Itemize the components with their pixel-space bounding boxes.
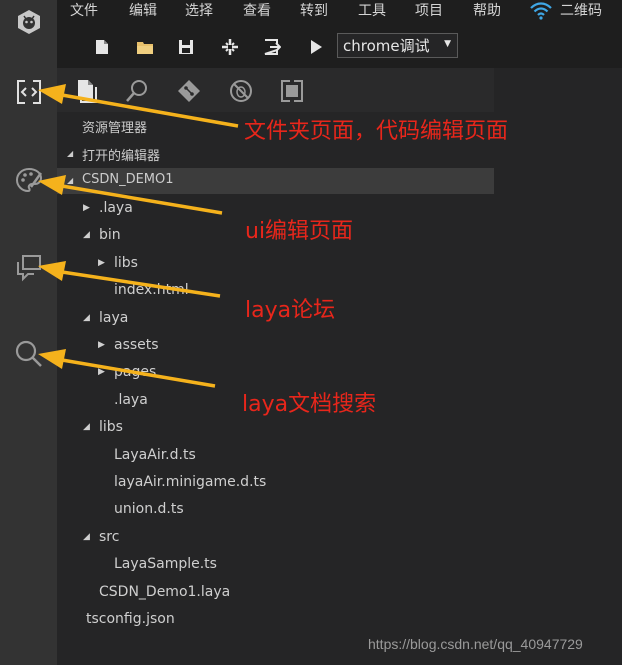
- tree-file[interactable]: union.d.ts: [57, 497, 494, 524]
- git-icon[interactable]: [175, 77, 203, 105]
- tree-item-label: laya: [99, 310, 129, 326]
- code-editor-icon[interactable]: [0, 70, 57, 114]
- tree-item-label: libs: [99, 419, 123, 435]
- menu-bar: 文件 编辑 选择 查看 转到 工具 项目 帮助 二维码: [57, 0, 622, 24]
- expanded-triangle-icon[interactable]: ◢: [83, 422, 90, 432]
- collapsed-triangle-icon[interactable]: ▶: [98, 367, 105, 377]
- docs-search-icon[interactable]: [0, 332, 57, 376]
- menu-help[interactable]: 帮助: [473, 2, 501, 20]
- menu-file[interactable]: 文件: [70, 2, 98, 20]
- explorer-files-icon[interactable]: [72, 77, 100, 105]
- tree-item-label: index.html: [114, 282, 189, 298]
- collapsed-triangle-icon[interactable]: ▶: [98, 258, 105, 268]
- tree-item-label: .laya: [99, 200, 133, 216]
- tree-folder[interactable]: ▶ pages: [57, 360, 494, 387]
- tree-file[interactable]: CSDN_Demo1.laya: [57, 580, 494, 607]
- save-icon[interactable]: [175, 36, 197, 58]
- laya-logo-icon[interactable]: [0, 0, 57, 44]
- debug-config-value: chrome调试: [343, 37, 430, 55]
- explorer-sidebar: 资源管理器 ◢ 打开的编辑器 ◢ CSDN_DEMO1 ▶ .laya ◢ bin ▶ l…: [57, 68, 494, 665]
- expand-triangle-icon: ◢: [67, 176, 74, 185]
- tree-file[interactable]: LayaAir.d.ts: [57, 443, 494, 470]
- collapsed-triangle-icon[interactable]: ▶: [98, 340, 105, 350]
- tree-file[interactable]: LayaSample.ts: [57, 552, 494, 579]
- menu-project[interactable]: 项目: [415, 2, 443, 20]
- tree-item-label: tsconfig.json: [86, 611, 175, 627]
- watermark: https://blog.csdn.net/qq_40947729: [368, 636, 583, 652]
- debug-config-select[interactable]: chrome调试 ▼: [337, 33, 458, 58]
- tree-item-label: assets: [114, 337, 159, 353]
- annotation-folder-page: 文件夹页面，代码编辑页面: [244, 119, 509, 144]
- expanded-triangle-icon[interactable]: ◢: [83, 230, 90, 240]
- open-folder-icon[interactable]: [134, 36, 156, 58]
- chevron-down-icon: ▼: [444, 39, 451, 49]
- menu-qrcode[interactable]: 二维码: [560, 2, 602, 20]
- annotation-docs-search: laya文档搜索: [242, 392, 377, 417]
- tree-folder[interactable]: ◢ libs: [57, 415, 494, 442]
- menu-selection[interactable]: 选择: [185, 2, 213, 20]
- tree-item-label: layaAir.minigame.d.ts: [114, 474, 267, 490]
- menu-edit[interactable]: 编辑: [129, 2, 157, 20]
- activity-bar: [0, 0, 57, 665]
- tree-item-label: bin: [99, 227, 121, 243]
- menu-goto[interactable]: 转到: [300, 2, 328, 20]
- run-icon[interactable]: [305, 36, 327, 58]
- collapsed-triangle-icon[interactable]: ▶: [83, 203, 90, 213]
- tree-item-label: LayaAir.d.ts: [114, 447, 196, 463]
- forum-chat-icon[interactable]: [0, 245, 57, 289]
- tree-file[interactable]: layaAir.minigame.d.ts: [57, 470, 494, 497]
- tree-item-label: libs: [114, 255, 138, 271]
- tree-file[interactable]: tsconfig.json: [57, 607, 494, 634]
- tree-item-label: CSDN_Demo1.laya: [99, 584, 231, 600]
- ui-editor-palette-icon[interactable]: [0, 158, 57, 202]
- toolbar: chrome调试 ▼: [57, 24, 622, 68]
- annotation-forum: laya论坛: [245, 298, 336, 323]
- tree-folder[interactable]: ▶ libs: [57, 251, 494, 278]
- tree-item-label: LayaSample.ts: [114, 556, 217, 572]
- new-file-icon[interactable]: [91, 36, 113, 58]
- wifi-icon[interactable]: [529, 1, 553, 26]
- project-header[interactable]: ◢ CSDN_DEMO1: [57, 168, 494, 194]
- expand-triangle-icon: ◢: [67, 149, 74, 158]
- tree-item-label: .laya: [114, 392, 148, 408]
- search-icon[interactable]: [123, 77, 151, 105]
- tree-folder[interactable]: ▶ assets: [57, 333, 494, 360]
- publish-icon[interactable]: [261, 36, 283, 58]
- sidebar-tabs: [57, 68, 494, 112]
- expanded-triangle-icon[interactable]: ◢: [83, 313, 90, 323]
- tree-item-label: pages: [114, 364, 157, 380]
- menu-view[interactable]: 查看: [243, 2, 271, 20]
- tree-item-label: src: [99, 529, 120, 545]
- menu-tools[interactable]: 工具: [358, 2, 386, 20]
- extensions-icon[interactable]: [278, 77, 306, 105]
- tree-item-label: union.d.ts: [114, 501, 184, 517]
- tree-folder[interactable]: ◢ src: [57, 525, 494, 552]
- annotation-ui-editor: ui编辑页面: [245, 219, 354, 244]
- expanded-triangle-icon[interactable]: ◢: [83, 532, 90, 542]
- compile-icon[interactable]: [219, 36, 241, 58]
- debug-icon[interactable]: [227, 77, 255, 105]
